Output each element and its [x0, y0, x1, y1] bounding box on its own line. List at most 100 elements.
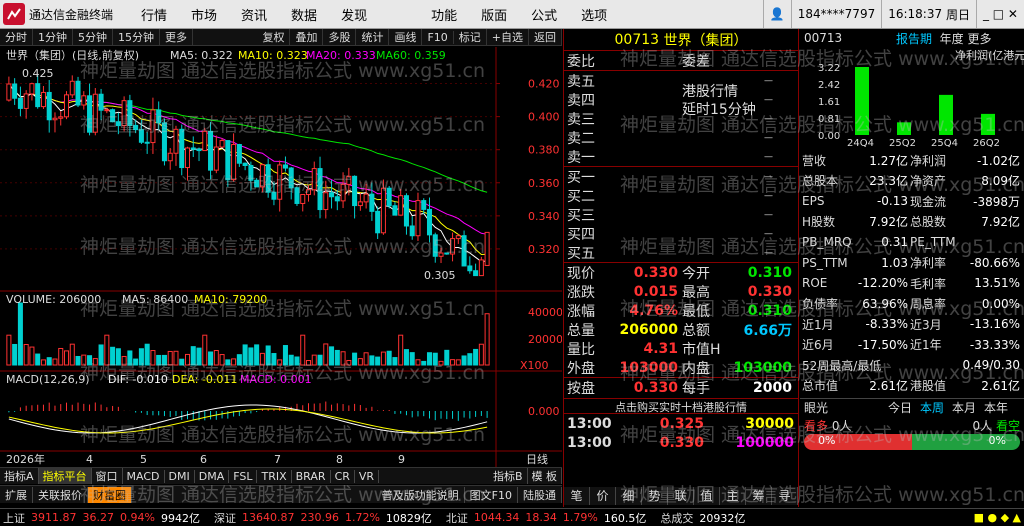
candle-body [415, 200, 421, 237]
indicator-tab[interactable]: 窗口 [92, 468, 123, 484]
extra-tab[interactable]: 图文F10 [465, 486, 518, 503]
indicator-tab[interactable]: DMI [165, 469, 195, 483]
side-tab[interactable]: 值 [694, 487, 720, 505]
tick-hint[interactable]: 点击购买实时十档港股行情 [564, 398, 798, 414]
indicator-tab[interactable]: CR [331, 469, 355, 483]
sell-level[interactable]: 卖四 — [564, 90, 798, 109]
volume-bar [156, 354, 162, 366]
buy-level[interactable]: 买四 — [564, 224, 798, 243]
sell-level[interactable]: 卖三 — [564, 109, 798, 128]
side-tab[interactable]: 寻 [772, 487, 798, 505]
side-tab[interactable]: 筹 [746, 487, 772, 505]
extra-tab[interactable]: 关联报价 [33, 486, 88, 503]
action-stats[interactable]: 统计 [356, 29, 390, 45]
indicator-tab[interactable]: 指标B [489, 468, 528, 484]
ma20-label: MA20: 0.333 [306, 49, 376, 62]
index-name[interactable]: 北证 [443, 510, 471, 526]
buy-level[interactable]: 买一 — [564, 167, 798, 186]
volume-bar [329, 346, 335, 366]
menu-data[interactable]: 数据 [279, 5, 329, 24]
volume-bar [213, 350, 219, 366]
window-controls[interactable]: _ □ ✕ [975, 0, 1024, 28]
tab-week[interactable]: 本周 [916, 399, 948, 416]
action-adjust[interactable]: 复权 [257, 29, 291, 45]
buy-level[interactable]: 买二 — [564, 186, 798, 205]
side-tab[interactable]: 细 [616, 487, 642, 505]
action-overlay[interactable]: 叠加 [290, 29, 324, 45]
extra-tab[interactable]: 普及版功能说明 [377, 486, 465, 503]
price-tick: 0.400 [528, 111, 560, 124]
index-name[interactable]: 总成交 [657, 510, 696, 526]
tab-more[interactable]: 更多 [968, 30, 992, 47]
action-back[interactable]: 返回 [529, 29, 562, 45]
action-mark[interactable]: 标记 [454, 29, 487, 45]
menu-bar: 通达信金融终端 行情 市场 资讯 数据 发现 功能 版面 公式 选项 👤 184… [0, 0, 1024, 29]
period-15min[interactable]: 15分钟 [113, 29, 160, 45]
indicator-tab[interactable]: BRAR [292, 469, 331, 483]
volume-bar [352, 352, 358, 366]
tick-row: 13:00 0.330 100000 [567, 434, 794, 451]
indicator-tab[interactable]: MACD [123, 469, 165, 483]
buy-level[interactable]: 买五 — [564, 243, 798, 262]
tab-month[interactable]: 本月 [948, 399, 980, 416]
sell-level[interactable]: 卖五 — [564, 71, 798, 90]
side-tab[interactable]: 势 [642, 487, 668, 505]
menu-discover[interactable]: 发现 [329, 5, 379, 24]
fin-tick: 1.61 [818, 97, 840, 108]
menu-quotes[interactable]: 行情 [129, 5, 179, 24]
indicator-tab[interactable]: VR [355, 469, 380, 483]
indicator-tab[interactable]: 指标A [0, 468, 39, 484]
volume-bar [455, 359, 461, 366]
status-icons[interactable]: ■ ● ◆ ▲ [971, 511, 1024, 524]
candle-body [81, 95, 87, 106]
action-f10[interactable]: F10 [422, 30, 454, 44]
indicator-tab[interactable]: TRIX [257, 469, 292, 483]
side-tab[interactable]: 主 [720, 487, 746, 505]
candle-body [87, 95, 93, 133]
menu-market[interactable]: 市场 [179, 5, 229, 24]
action-draw[interactable]: 画线 [389, 29, 423, 45]
indicator-tab[interactable]: 指标平台 [38, 468, 92, 484]
macd-label: MACD(12,26,9) [6, 373, 90, 386]
side-tab[interactable]: 价 [590, 487, 616, 505]
sell-level[interactable]: 卖一 — [564, 147, 798, 166]
volume-tick: 40000 [528, 306, 562, 319]
extra-tab[interactable]: 陆股通 [518, 486, 562, 503]
index-name[interactable]: 上证 [0, 510, 28, 526]
period-5min[interactable]: 5分钟 [73, 29, 113, 45]
index-amount: 20932亿 [699, 511, 746, 525]
indicator-tab[interactable]: 模 板 [528, 468, 562, 484]
indicator-tab[interactable]: DMA [195, 469, 230, 483]
index-name[interactable]: 深证 [211, 510, 239, 526]
user-avatar-icon[interactable]: 👤 [762, 0, 791, 28]
user-account[interactable]: 184****7797 [790, 0, 881, 28]
action-multi[interactable]: 多股 [323, 29, 357, 45]
candle-body [317, 168, 323, 211]
candle-body [357, 201, 363, 207]
menu-layout[interactable]: 版面 [469, 5, 519, 24]
volume-bar [75, 355, 81, 366]
extra-tab[interactable]: 财富圈 [88, 486, 132, 503]
fin-bar [939, 94, 953, 135]
buy-level[interactable]: 买三 — [564, 205, 798, 224]
tab-annual[interactable]: 年度 [940, 30, 964, 47]
menu-formula[interactable]: 公式 [519, 5, 569, 24]
period-more[interactable]: 更多 [160, 29, 193, 45]
side-tab[interactable]: 联 [668, 487, 694, 505]
menu-functions[interactable]: 功能 [419, 5, 469, 24]
menu-options[interactable]: 选项 [569, 5, 619, 24]
sell-level[interactable]: 卖二 — [564, 128, 798, 147]
menu-news[interactable]: 资讯 [229, 5, 279, 24]
price-tick: 0.340 [528, 210, 560, 223]
side-tab[interactable]: 笔 [564, 487, 590, 505]
period-1min[interactable]: 1分钟 [33, 29, 73, 45]
indicator-tab[interactable]: FSL [229, 469, 258, 483]
tab-today[interactable]: 今日 [884, 399, 916, 416]
extra-tab[interactable]: 扩展 [0, 486, 33, 503]
tab-report-period[interactable]: 报告期 [896, 30, 932, 47]
chart-area[interactable]: 世界（集团）(日线,前复权) MA5: 0.322 MA10: 0.323 MA… [0, 47, 562, 467]
volume-bar [438, 360, 444, 366]
tab-year[interactable]: 本年 [980, 399, 1012, 416]
period-intraday[interactable]: 分时 [0, 29, 33, 45]
action-add-watch[interactable]: +自选 [487, 29, 529, 45]
